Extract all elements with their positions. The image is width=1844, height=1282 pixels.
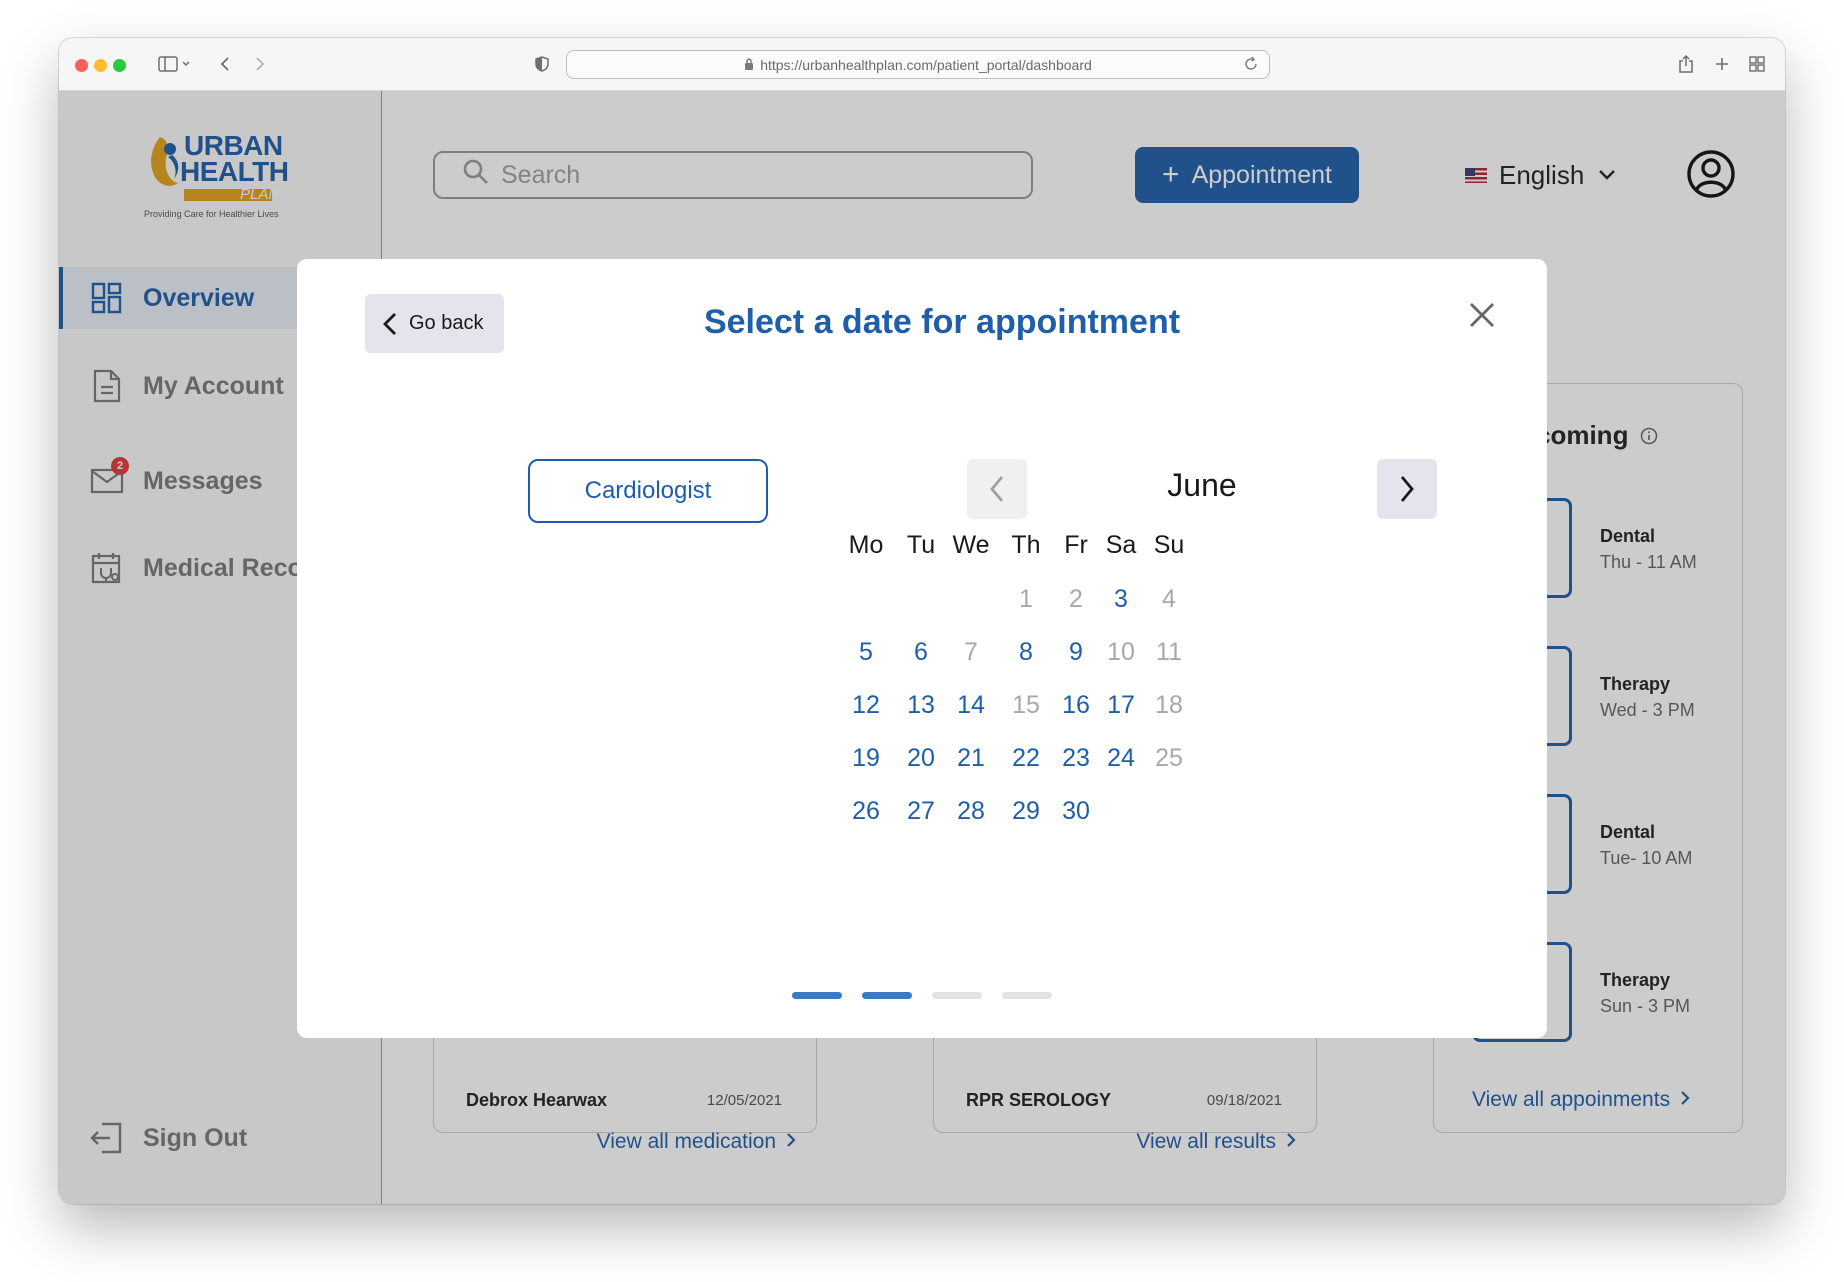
calendar-day-available[interactable]: 28 [941, 797, 1001, 826]
forward-arrow-icon[interactable] [250, 52, 270, 76]
calendar-day-available[interactable]: 19 [836, 744, 896, 773]
calendar-day-unavailable: 25 [1155, 744, 1183, 772]
next-month-button[interactable] [1377, 459, 1437, 519]
tab-overview-icon[interactable] [1747, 52, 1767, 76]
date-picker-modal: Go back Select a date for appointment Ca… [297, 259, 1547, 1038]
calendar-day-available[interactable]: 14 [941, 691, 1001, 720]
browser-window: https://urbanhealthplan.com/patient_port… [59, 38, 1785, 1204]
minimize-window-button[interactable] [94, 59, 107, 72]
back-arrow-icon[interactable] [215, 52, 235, 76]
reload-icon[interactable] [1243, 56, 1259, 75]
calendar-day-available[interactable]: 21 [941, 744, 1001, 773]
chevron-left-icon [989, 475, 1005, 503]
previous-month-button[interactable] [967, 459, 1027, 519]
address-bar[interactable]: https://urbanhealthplan.com/patient_port… [566, 50, 1270, 79]
weekday-header: Su [1153, 531, 1185, 559]
modal-title: Select a date for appointment [703, 303, 1181, 341]
zoom-window-button[interactable] [113, 59, 126, 72]
step-dot [862, 992, 912, 999]
close-icon[interactable] [1465, 298, 1499, 332]
step-dot [932, 992, 982, 999]
calendar-day-available[interactable]: 30 [1046, 797, 1106, 826]
calendar-day-unavailable: 4 [1162, 585, 1176, 613]
step-indicator [297, 992, 1547, 999]
calendar-day-available[interactable]: 5 [836, 638, 896, 667]
privacy-shield-icon[interactable] [533, 52, 551, 76]
specialty-chip[interactable]: Cardiologist [528, 459, 768, 523]
sidebar-toggle-icon[interactable] [155, 52, 195, 76]
new-tab-icon[interactable] [1712, 52, 1732, 76]
calendar-month-label: June [1167, 467, 1237, 503]
weekday-header: We [952, 531, 990, 559]
url-text: https://urbanhealthplan.com/patient_port… [760, 56, 1092, 73]
chevron-right-icon [1399, 475, 1415, 503]
browser-toolbar: https://urbanhealthplan.com/patient_port… [59, 38, 1785, 91]
share-icon[interactable] [1676, 52, 1696, 76]
step-dot [792, 992, 842, 999]
calendar-day-unavailable: 18 [1155, 691, 1183, 719]
lock-icon [744, 57, 754, 73]
calendar-day-available[interactable]: 26 [836, 797, 896, 826]
weekday-header: Mo [848, 531, 884, 559]
calendar-day-available[interactable]: 12 [836, 691, 896, 720]
step-dot [1002, 992, 1052, 999]
calendar-day-unavailable: 11 [1156, 638, 1182, 666]
close-window-button[interactable] [75, 59, 88, 72]
calendar-day-unavailable: 7 [964, 638, 978, 666]
